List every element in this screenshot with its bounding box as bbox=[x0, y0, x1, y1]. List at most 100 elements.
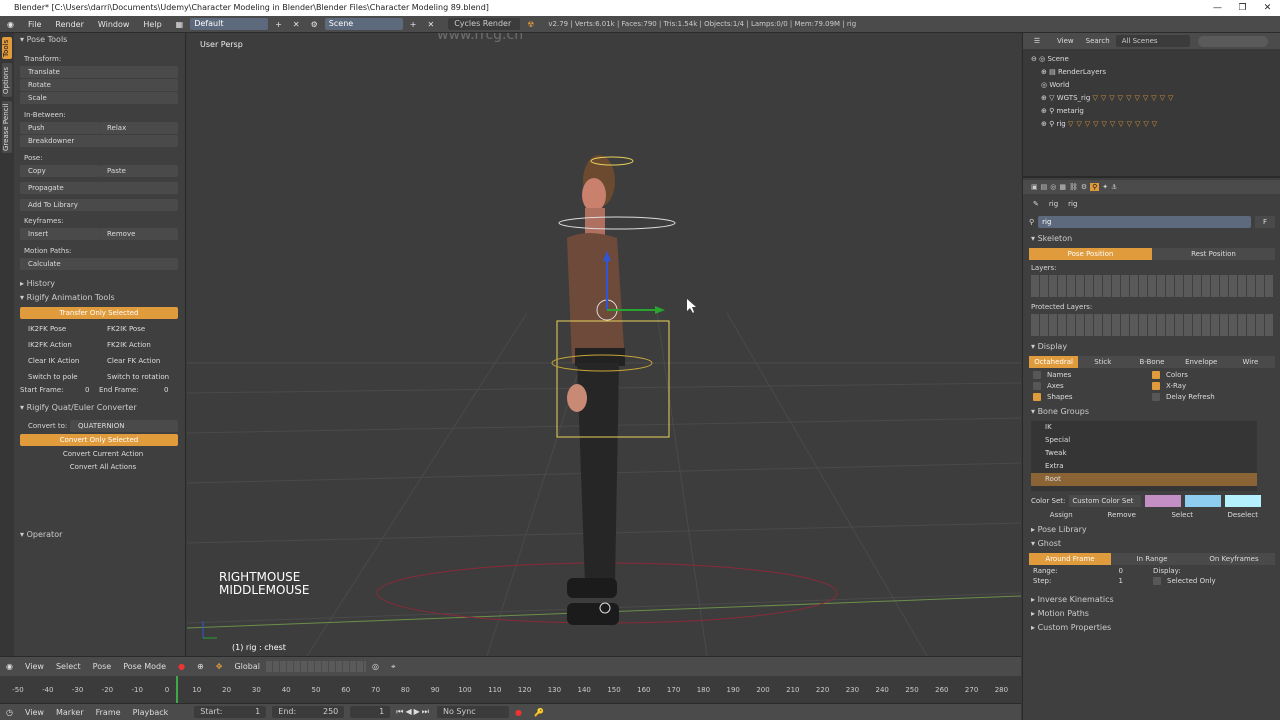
paste-pose-button[interactable]: Paste bbox=[99, 165, 178, 177]
layout-field[interactable]: Default bbox=[190, 18, 269, 30]
add-scene-button[interactable]: + bbox=[403, 20, 424, 29]
insert-keyframe-button[interactable]: Insert bbox=[20, 228, 99, 240]
history-header[interactable]: ▸ History bbox=[16, 277, 182, 291]
object-rig-crumb[interactable]: rig bbox=[1049, 200, 1058, 208]
armature-rig-crumb[interactable]: rig bbox=[1068, 200, 1077, 208]
convert-to-select[interactable]: QUATERNION bbox=[70, 420, 178, 432]
names-checkbox[interactable]: Names bbox=[1033, 371, 1152, 379]
deselect-button[interactable]: Deselect bbox=[1213, 511, 1274, 519]
armature-tab-icon[interactable]: ⚲ bbox=[1090, 183, 1100, 191]
delay-refresh-checkbox[interactable]: Delay Refresh bbox=[1152, 393, 1271, 401]
outliner-editor-icon[interactable]: ☰ bbox=[1023, 37, 1051, 45]
scene-field[interactable]: Scene bbox=[324, 18, 403, 30]
operator-header[interactable]: ▾ Operator bbox=[16, 528, 182, 542]
start-frame-value[interactable]: 0 bbox=[85, 386, 99, 394]
clear-ik-action-button[interactable]: Clear IK Action bbox=[20, 355, 99, 367]
bone-groups-list[interactable]: IK Special Tweak Extra Root bbox=[1031, 421, 1257, 491]
remove-button[interactable]: Remove bbox=[1092, 511, 1153, 519]
assign-button[interactable]: Assign bbox=[1031, 511, 1092, 519]
end-frame-field[interactable]: End: 250 bbox=[272, 706, 345, 718]
snap-icon[interactable]: ⌖ bbox=[385, 662, 402, 672]
bone-groups-header[interactable]: ▾ Bone Groups bbox=[1023, 405, 1280, 419]
bbone-button[interactable]: B-Bone bbox=[1127, 356, 1177, 368]
view-menu[interactable]: View bbox=[19, 662, 50, 671]
character-model[interactable] bbox=[567, 155, 625, 625]
current-frame-field[interactable]: 1 bbox=[350, 706, 391, 718]
bone-layers-grid[interactable] bbox=[1031, 275, 1273, 297]
scene-icon[interactable]: ⚙ bbox=[304, 20, 325, 29]
editor-type-icon[interactable]: ◉ bbox=[0, 662, 19, 671]
sync-select[interactable]: No Sync bbox=[436, 706, 509, 718]
layer-buttons[interactable] bbox=[265, 661, 366, 672]
bone-tab-icon[interactable]: ✦ bbox=[1102, 183, 1108, 191]
remove-keyframe-button[interactable]: Remove bbox=[99, 228, 178, 240]
manipulator-icon[interactable]: ✥ bbox=[210, 662, 229, 671]
object-tab-icon[interactable]: ▦ bbox=[1059, 183, 1066, 191]
keying-set-icon[interactable]: 🔑 bbox=[528, 708, 550, 717]
select-color-swatch[interactable] bbox=[1185, 495, 1222, 507]
minimize-button[interactable]: — bbox=[1205, 0, 1230, 16]
world-tab-icon[interactable]: ◎ bbox=[1050, 183, 1056, 191]
armature-name-field[interactable]: rig bbox=[1038, 216, 1251, 228]
proportional-icon[interactable]: ◎ bbox=[366, 662, 385, 671]
motion-paths-header[interactable]: ▸ Motion Paths bbox=[1023, 607, 1280, 621]
menu-help[interactable]: Help bbox=[136, 20, 168, 29]
pivot-icon[interactable]: ⊕ bbox=[191, 662, 210, 671]
tab-options[interactable]: Options bbox=[2, 63, 12, 97]
outliner-item-renderlayers[interactable]: ⊕ ▤ RenderLayers bbox=[1041, 66, 1106, 78]
tab-grease-pencil[interactable]: Grease Pencil bbox=[2, 101, 12, 153]
bone-group-item[interactable]: IK bbox=[1031, 421, 1257, 434]
outliner-search-menu[interactable]: Search bbox=[1080, 37, 1116, 45]
scene-tab-icon[interactable]: ▤ bbox=[1041, 183, 1048, 191]
fk2ik-action-button[interactable]: FK2IK Action bbox=[99, 339, 178, 351]
protected-layers-grid[interactable] bbox=[1031, 314, 1273, 336]
screen-layout-icon[interactable]: ▦ bbox=[169, 20, 191, 29]
frame-menu[interactable]: Frame bbox=[90, 708, 127, 717]
mode-select[interactable]: Pose Mode bbox=[117, 662, 172, 671]
copy-pose-button[interactable]: Copy bbox=[20, 165, 99, 177]
range-field[interactable]: Range: 0 bbox=[1033, 567, 1123, 575]
xray-checkbox[interactable]: X-Ray bbox=[1152, 382, 1271, 390]
propagate-button[interactable]: Propagate bbox=[20, 182, 178, 194]
rigify-tools-header[interactable]: ▾ Rigify Animation Tools bbox=[16, 291, 182, 305]
outliner-search-input[interactable] bbox=[1197, 35, 1268, 47]
custom-properties-header[interactable]: ▸ Custom Properties bbox=[1023, 621, 1280, 635]
in-range-button[interactable]: In Range bbox=[1111, 553, 1193, 565]
outliner-view-menu[interactable]: View bbox=[1051, 37, 1080, 45]
timeline-editor-icon[interactable]: ◷ bbox=[0, 708, 19, 717]
outliner-display-select[interactable]: All Scenes bbox=[1115, 35, 1190, 47]
outliner-item-wgts-rig[interactable]: ⊕ ▽ WGTS_rig ▽▽▽▽▽▽▽▽▽▽ bbox=[1041, 92, 1176, 104]
render-engine-select[interactable]: Cycles Render bbox=[448, 18, 521, 30]
colors-checkbox[interactable]: Colors bbox=[1152, 371, 1271, 379]
playback-controls-icon[interactable]: ⏮◀▶⏭ bbox=[390, 707, 437, 717]
marker-menu[interactable]: Marker bbox=[50, 708, 90, 717]
octahedral-button[interactable]: Octahedral bbox=[1029, 356, 1079, 368]
clear-fk-action-button[interactable]: Clear FK Action bbox=[99, 355, 178, 367]
close-button[interactable]: ✕ bbox=[1255, 0, 1280, 16]
converter-header[interactable]: ▾ Rigify Quat/Euler Converter bbox=[16, 401, 182, 415]
scale-button[interactable]: Scale bbox=[20, 92, 178, 104]
step-field[interactable]: Step: 1 bbox=[1033, 577, 1123, 585]
outliner-item-scene[interactable]: ⊖ ◎ Scene bbox=[1031, 53, 1069, 65]
properties-tabs[interactable]: ▣ ▤ ◎ ▦ ⛓ ⚙ ⚲ ✦ ⚓ bbox=[1023, 180, 1280, 194]
pose-tools-header[interactable]: ▾ Pose Tools bbox=[16, 33, 182, 47]
pose-position-button[interactable]: Pose Position bbox=[1029, 248, 1152, 260]
relax-button[interactable]: Relax bbox=[99, 122, 178, 134]
normal-color-swatch[interactable] bbox=[1145, 495, 1182, 507]
record-icon[interactable]: ● bbox=[509, 708, 528, 717]
breakdowner-button[interactable]: Breakdowner bbox=[20, 135, 178, 147]
bone-constraint-tab-icon[interactable]: ⚓ bbox=[1111, 183, 1117, 191]
stick-button[interactable]: Stick bbox=[1078, 356, 1128, 368]
push-button[interactable]: Push bbox=[20, 122, 99, 134]
timeline-view-menu[interactable]: View bbox=[19, 708, 50, 717]
calculate-button[interactable]: Calculate bbox=[20, 258, 178, 270]
end-frame-value[interactable]: 0 bbox=[164, 386, 178, 394]
outliner-item-rig[interactable]: ⊕ ⚲ rig ▽▽▽▽▽▽▽▽▽▽▽ bbox=[1041, 118, 1160, 130]
blender-logo-icon[interactable]: ◉ bbox=[0, 20, 21, 29]
pin-icon[interactable]: ✎ bbox=[1033, 200, 1039, 208]
display-header[interactable]: ▾ Display bbox=[1023, 340, 1280, 354]
remove-layout-button[interactable]: ✕ bbox=[289, 20, 304, 29]
fk2ik-pose-button[interactable]: FK2IK Pose bbox=[99, 323, 178, 335]
bone-group-item[interactable]: Special bbox=[1031, 434, 1257, 447]
ik2fk-action-button[interactable]: IK2FK Action bbox=[20, 339, 99, 351]
